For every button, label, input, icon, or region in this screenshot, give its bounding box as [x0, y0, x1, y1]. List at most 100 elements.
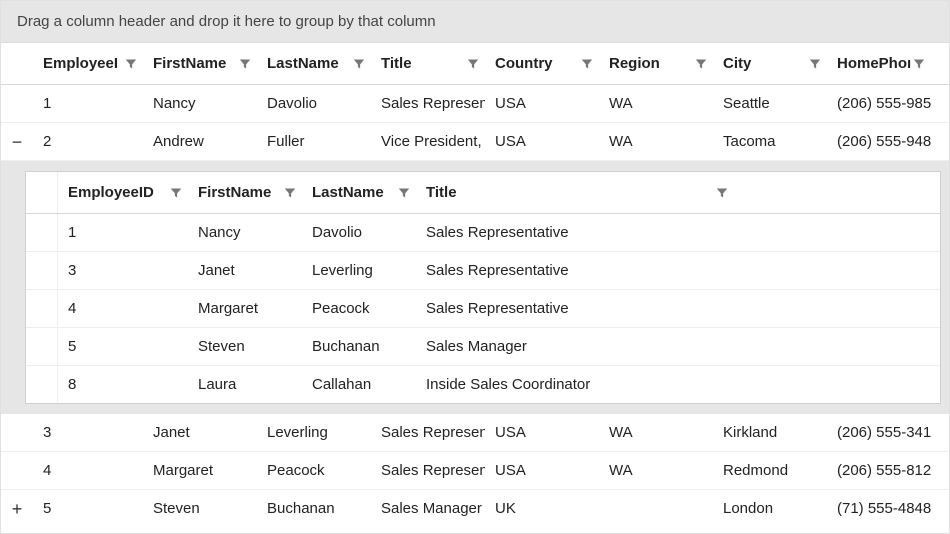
- cell-country: USA: [485, 414, 599, 451]
- expander-header: [1, 43, 33, 84]
- column-header-label: LastName: [312, 184, 384, 201]
- cell-employeeid: 4: [58, 290, 188, 327]
- expand-button[interactable]: [8, 462, 26, 480]
- column-header-label: City: [723, 55, 751, 72]
- filter-icon[interactable]: [284, 187, 296, 199]
- cell-lastname: Leverling: [302, 252, 416, 289]
- cell-city: Redmond: [713, 452, 827, 489]
- cell-city: Kirkland: [713, 414, 827, 451]
- filter-icon[interactable]: [467, 58, 479, 70]
- column-header-label: EmployeeI: [43, 55, 118, 72]
- filter-icon[interactable]: [716, 187, 728, 199]
- filter-icon[interactable]: [695, 58, 707, 70]
- cell-title: Sales Represent: [371, 414, 485, 451]
- collapse-button[interactable]: −: [8, 133, 26, 151]
- detail-row[interactable]: 1 Nancy Davolio Sales Representative: [26, 214, 940, 252]
- cell-homephone: (206) 555-9857: [827, 85, 931, 122]
- filter-icon[interactable]: [170, 187, 182, 199]
- group-panel[interactable]: Drag a column header and drop it here to…: [1, 1, 949, 43]
- cell-title: Sales Manager: [371, 490, 485, 527]
- detail-row[interactable]: 8 Laura Callahan Inside Sales Coordinato…: [26, 366, 940, 403]
- column-header-label: EmployeeID: [68, 184, 154, 201]
- cell-firstname: Andrew: [143, 123, 257, 160]
- cell-firstname: Margaret: [143, 452, 257, 489]
- detail-panel: EmployeeID FirstName LastName Title: [1, 161, 949, 414]
- cell-homephone: (71) 555-4848: [827, 490, 931, 527]
- expand-button[interactable]: +: [8, 500, 26, 518]
- expand-button[interactable]: [8, 95, 26, 113]
- column-header-title[interactable]: Title: [371, 43, 485, 84]
- filter-icon[interactable]: [913, 58, 925, 70]
- cell-lastname: Peacock: [257, 452, 371, 489]
- column-header-employeeid[interactable]: EmployeeI: [33, 43, 143, 84]
- cell-lastname: Peacock: [302, 290, 416, 327]
- column-header-firstname[interactable]: FirstName: [143, 43, 257, 84]
- cell-title: Sales Represent: [371, 85, 485, 122]
- detail-row[interactable]: 5 Steven Buchanan Sales Manager: [26, 328, 940, 366]
- cell-title: Sales Manager: [416, 328, 940, 365]
- column-header-label: Title: [381, 55, 412, 72]
- cell-country: UK: [485, 490, 599, 527]
- cell-lastname: Davolio: [257, 85, 371, 122]
- detail-column-header-firstname[interactable]: FirstName: [188, 172, 302, 213]
- detail-column-header-title[interactable]: Title: [416, 172, 576, 213]
- table-row[interactable]: + 5 Steven Buchanan Sales Manager UK Lon…: [1, 490, 949, 527]
- cell-title: Sales Represent: [371, 452, 485, 489]
- detail-expander-header: [26, 172, 58, 213]
- cell-firstname: Nancy: [143, 85, 257, 122]
- cell-lastname: Fuller: [257, 123, 371, 160]
- cell-city: Seattle: [713, 85, 827, 122]
- filter-icon[interactable]: [353, 58, 365, 70]
- cell-employeeid: 2: [33, 123, 143, 160]
- cell-lastname: Buchanan: [302, 328, 416, 365]
- cell-homephone: (206) 555-9482: [827, 123, 931, 160]
- cell-employeeid: 3: [33, 414, 143, 451]
- cell-city: London: [713, 490, 827, 527]
- cell-region: WA: [599, 414, 713, 451]
- cell-firstname: Janet: [143, 414, 257, 451]
- column-header-city[interactable]: City: [713, 43, 827, 84]
- column-header-label: Title: [426, 184, 457, 201]
- column-header-region[interactable]: Region: [599, 43, 713, 84]
- column-header-row: EmployeeI FirstName LastName Title Count…: [1, 43, 949, 85]
- cell-employeeid: 5: [33, 490, 143, 527]
- cell-homephone: (206) 555-3412: [827, 414, 931, 451]
- table-row[interactable]: 4 Margaret Peacock Sales Represent USA W…: [1, 452, 949, 490]
- cell-title: Sales Representative: [416, 290, 940, 327]
- column-header-lastname[interactable]: LastName: [257, 43, 371, 84]
- column-header-label: LastName: [267, 55, 339, 72]
- cell-country: USA: [485, 123, 599, 160]
- table-row[interactable]: 1 Nancy Davolio Sales Represent USA WA S…: [1, 85, 949, 123]
- filter-icon[interactable]: [809, 58, 821, 70]
- detail-expander-cell: [26, 214, 58, 251]
- filter-icon[interactable]: [398, 187, 410, 199]
- data-grid: Drag a column header and drop it here to…: [0, 0, 950, 534]
- group-panel-label: Drag a column header and drop it here to…: [17, 13, 436, 30]
- table-row[interactable]: 3 Janet Leverling Sales Represent USA WA…: [1, 414, 949, 452]
- detail-column-header-employeeid[interactable]: EmployeeID: [58, 172, 188, 213]
- detail-row[interactable]: 4 Margaret Peacock Sales Representative: [26, 290, 940, 328]
- cell-title: Inside Sales Coordinator: [416, 366, 940, 403]
- cell-region: WA: [599, 123, 713, 160]
- cell-employeeid: 1: [33, 85, 143, 122]
- detail-row[interactable]: 3 Janet Leverling Sales Representative: [26, 252, 940, 290]
- cell-lastname: Callahan: [302, 366, 416, 403]
- column-header-homephone[interactable]: HomePhoı: [827, 43, 931, 84]
- cell-region: WA: [599, 452, 713, 489]
- table-row[interactable]: − 2 Andrew Fuller Vice President, USA WA…: [1, 123, 949, 161]
- cell-firstname: Margaret: [188, 290, 302, 327]
- filter-icon[interactable]: [125, 58, 137, 70]
- filter-icon[interactable]: [581, 58, 593, 70]
- detail-column-header-lastname[interactable]: LastName: [302, 172, 416, 213]
- cell-city: Tacoma: [713, 123, 827, 160]
- cell-country: USA: [485, 452, 599, 489]
- column-header-label: FirstName: [153, 55, 226, 72]
- cell-firstname: Steven: [188, 328, 302, 365]
- filter-icon[interactable]: [239, 58, 251, 70]
- cell-employeeid: 8: [58, 366, 188, 403]
- expand-button[interactable]: [8, 424, 26, 442]
- column-header-country[interactable]: Country: [485, 43, 599, 84]
- detail-expander-cell: [26, 366, 58, 403]
- detail-grid: EmployeeID FirstName LastName Title: [25, 171, 941, 404]
- detail-header-row: EmployeeID FirstName LastName Title: [26, 172, 940, 214]
